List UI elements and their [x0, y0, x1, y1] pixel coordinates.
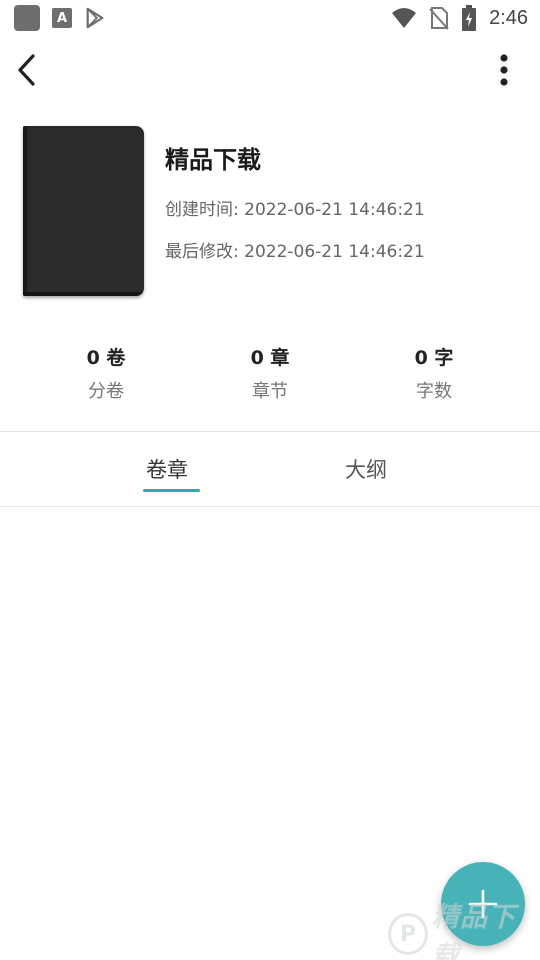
book-cover[interactable] [23, 126, 144, 296]
chevron-left-icon [18, 54, 35, 86]
watermark-logo-icon: P [388, 913, 429, 955]
stat-chapters-value: 0 章 [250, 347, 290, 369]
watermark-text: 精品下载 [432, 902, 517, 960]
app-square-icon [14, 5, 40, 31]
wifi-icon [392, 8, 417, 28]
stat-volumes-value: 0 卷 [86, 347, 126, 369]
book-detail-screen: A 2:46 精品下载 创建时间: 2022-06-21 14:46:21 最后… [0, 0, 540, 960]
app-bar [0, 44, 540, 96]
play-store-icon [86, 7, 104, 29]
status-bar: A 2:46 [0, 0, 540, 36]
book-title: 精品下载 [165, 146, 261, 174]
stat-chapters: 0 章 章节 [210, 343, 330, 403]
tab-active-indicator [143, 489, 200, 492]
tab-outline[interactable]: 大纲 [345, 454, 387, 484]
chapter-list [0, 507, 540, 857]
tab-bar: 卷章 大纲 [0, 432, 540, 506]
stat-volumes: 0 卷 分卷 [46, 343, 166, 403]
back-button[interactable] [6, 50, 46, 90]
no-sim-icon [429, 7, 449, 30]
battery-charging-icon [462, 5, 477, 31]
status-bar-left: A [14, 5, 106, 31]
more-options-button[interactable] [484, 50, 524, 90]
created-time: 创建时间: 2022-06-21 14:46:21 [165, 200, 425, 220]
more-vertical-icon [500, 54, 508, 86]
status-bar-right: 2:46 [391, 5, 528, 31]
stat-volumes-label: 分卷 [88, 381, 124, 402]
stat-words-label: 字数 [416, 381, 452, 402]
watermark: P 精品下载 [388, 902, 538, 960]
stat-words: 0 字 字数 [374, 343, 494, 403]
tab-chapters[interactable]: 卷章 [146, 454, 188, 484]
stat-chapters-label: 章节 [252, 381, 288, 402]
a-notification-icon: A [52, 8, 72, 28]
stats-row: 0 卷 分卷 0 章 章节 0 字 字数 [0, 343, 540, 413]
status-time: 2:46 [489, 6, 528, 29]
stat-words-value: 0 字 [414, 347, 454, 369]
modified-time: 最后修改: 2022-06-21 14:46:21 [165, 242, 425, 262]
